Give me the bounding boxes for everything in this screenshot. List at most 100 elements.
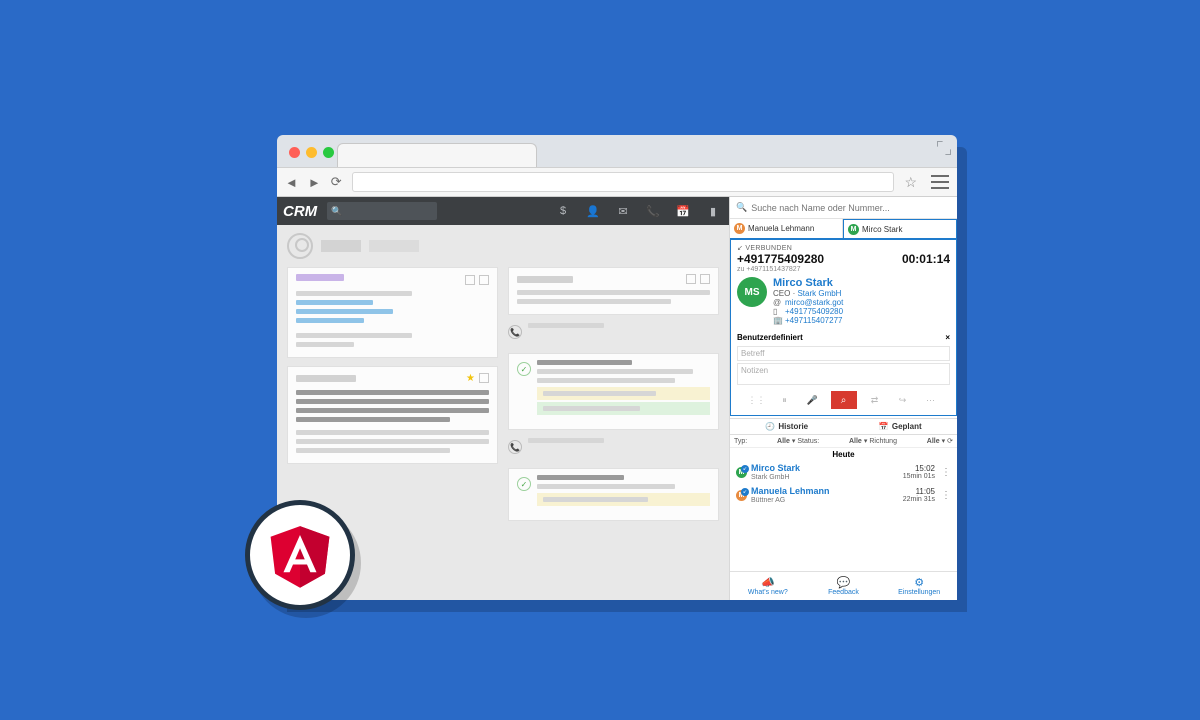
mail-icon[interactable]: ✉ [613,205,633,218]
forward-icon[interactable]: ► [308,175,321,190]
call-badge-icon: ↙ [741,465,749,473]
address-bar[interactable] [352,172,895,192]
cti-tab-lehmann[interactable]: M Manuela Lehmann [730,219,843,238]
close-window[interactable] [289,147,300,158]
calendar-icon: 📅 [879,422,889,431]
filter-status[interactable]: Alle ▾ [849,437,867,445]
contact-name[interactable]: Mirco Stark [773,277,843,289]
phone-icon[interactable]: 📞 [643,205,663,218]
cti-tab-stark[interactable]: M Mirco Stark [843,219,957,238]
log-name: Manuela Lehmann [751,487,830,497]
angular-icon [265,518,335,593]
cti-footer: 📣What's new? 💬Feedback ⚙Einstellungen [730,571,957,600]
megaphone-icon: 📣 [730,576,806,589]
calendar-icon[interactable]: 📅 [673,205,693,218]
cti-search-input[interactable] [751,203,951,213]
avatar-chip: M [734,223,745,234]
expand-icon[interactable] [937,141,951,155]
star-icon[interactable]: ★ [466,373,475,384]
history-filters: Typ: Alle ▾ Status: Alle ▾ Richtung Alle… [730,435,957,448]
feedback-button[interactable]: 💬Feedback [806,572,882,600]
tab-label: Manuela Lehmann [748,224,814,233]
log-row[interactable]: M↙Manuela LehmannBüttner AG11:0522min 31… [730,484,957,507]
log-menu-icon[interactable]: ⋮ [941,493,951,498]
back-icon[interactable]: ◄ [285,175,298,190]
filter-type[interactable]: Alle ▾ [777,437,795,445]
whatsnew-button[interactable]: 📣What's new? [730,572,806,600]
call-status: VERBUNDEN [745,245,792,252]
more-button[interactable]: ⋯ [921,392,941,408]
hold-button[interactable]: ⏸ [775,392,795,408]
search-icon: 🔍 [736,202,747,213]
call-direction-icon: ↙ [737,245,743,252]
notes-input[interactable]: Notizen [737,363,950,385]
timeline-card: ✓ [508,353,719,430]
day-label: Heute [730,448,957,461]
card-action[interactable] [479,373,489,383]
contact-mobile[interactable]: +491775409280 [785,307,843,316]
mobile-icon: ▯ [773,307,782,316]
avatar-chip: M [848,224,859,235]
placeholder-text [321,240,361,252]
phone-timeline-icon: 📞 [508,440,522,454]
log-row[interactable]: M↙Mirco StarkStark GmbH15:0215min 01s⋮ [730,461,957,484]
contact-company[interactable]: Stark GmbH [797,289,841,298]
history-tabs: 🕘Historie 📅Geplant [730,418,957,435]
browser-toolbar: ◄ ► ⟳ ☆ [277,167,957,197]
log-time: 15:02 [903,464,935,473]
activity-card [508,267,719,315]
details-card [287,267,498,358]
contact-email[interactable]: mirco@stark.got [785,298,843,307]
call-number: +491775409280 [737,252,824,266]
crm-search[interactable]: 🔍 [327,202,437,220]
bookmark-icon[interactable]: ☆ [904,174,917,191]
transfer-button[interactable]: ⇄ [865,392,885,408]
log-menu-icon[interactable]: ⋮ [941,470,951,475]
app-body: CRM 🔍 $ 👤 ✉ 📞 📅 ▮ [277,197,957,600]
contact-avatar: MS [737,277,767,307]
contact-phone[interactable]: +497115407277 [785,316,842,325]
forward-button[interactable]: ↪ [893,392,913,408]
cti-search[interactable]: 🔍 [730,197,957,219]
check-icon: ✓ [517,477,531,491]
call-to-number: +4971151437827 [746,266,800,273]
log-duration: 22min 31s [903,496,935,503]
minimize-window[interactable] [306,147,317,158]
mute-button[interactable]: 🎤 [803,392,823,408]
notes-header: Benutzerdefiniert [737,333,803,342]
angular-badge [245,500,355,610]
chart-icon[interactable]: ▮ [703,205,723,218]
call-log: M↙Mirco StarkStark GmbH15:0215min 01s⋮M↙… [730,461,957,507]
crm-logo: CRM [283,203,317,220]
close-icon[interactable]: × [945,333,950,342]
log-name: Mirco Stark [751,464,800,474]
card-action[interactable] [479,275,489,285]
settings-button[interactable]: ⚙Einstellungen [881,572,957,600]
keypad-button[interactable]: ⋮⋮ [747,392,767,408]
reload-icon[interactable]: ⟳ [331,174,342,190]
cti-tabs: M Manuela Lehmann M Mirco Stark [730,219,957,239]
user-icon[interactable]: 👤 [583,205,603,218]
call-notes: Benutzerdefiniert × Betreff Notizen [737,331,950,385]
browser-tab[interactable] [337,143,537,167]
placeholder-text [369,240,419,252]
planned-tab[interactable]: 📅Geplant [844,419,958,434]
phone-timeline-icon: 📞 [508,325,522,339]
money-icon[interactable]: $ [553,205,573,217]
history-icon: 🕘 [765,422,775,431]
card-action[interactable] [465,275,475,285]
history-tab[interactable]: 🕘Historie [730,419,844,434]
refresh-icon[interactable]: ⟳ [947,437,953,445]
call-timer: 00:01:14 [902,252,950,266]
chat-icon: 💬 [806,576,882,589]
browser-tabs [337,143,917,167]
hangup-button[interactable]: ⌕ [831,391,857,409]
filter-direction[interactable]: Alle ▾ [927,437,945,445]
log-company: Büttner AG [751,497,830,504]
subject-input[interactable]: Betreff [737,346,950,361]
maximize-window[interactable] [323,147,334,158]
card-action[interactable] [686,274,696,284]
card-action[interactable] [700,274,710,284]
menu-icon[interactable] [931,175,949,189]
log-time: 11:05 [903,487,935,496]
